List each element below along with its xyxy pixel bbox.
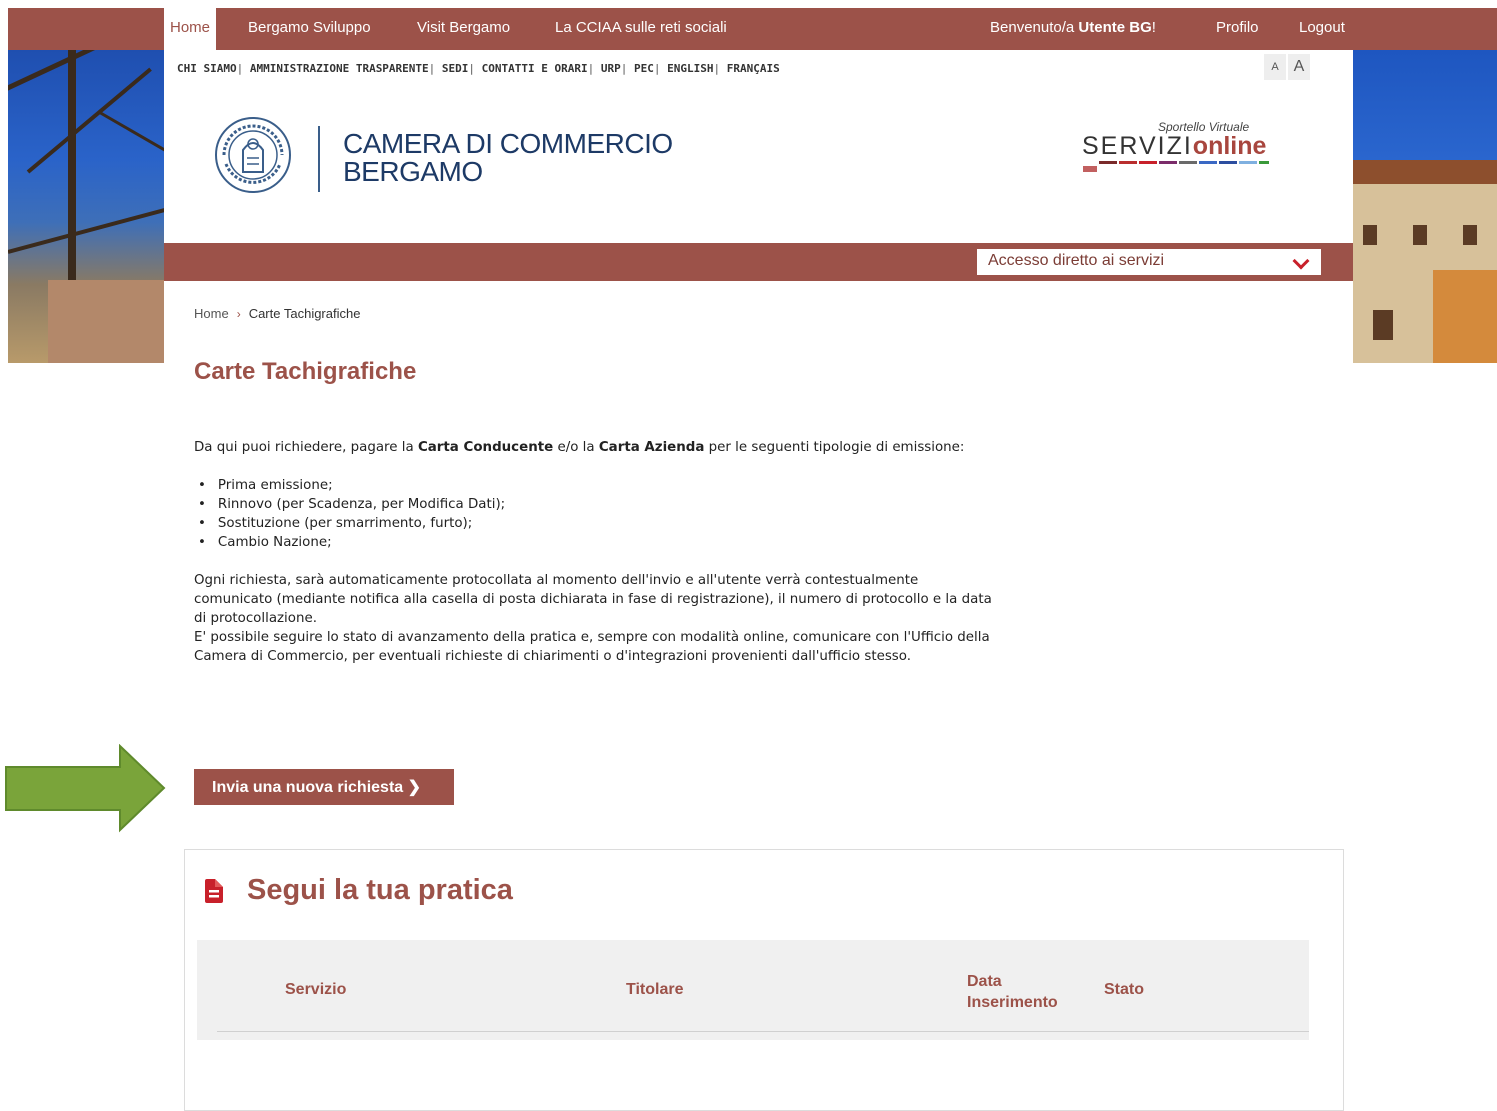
link-chi-siamo[interactable]: CHI SIAMO bbox=[177, 62, 237, 75]
chevron-down-icon bbox=[1292, 252, 1310, 270]
services-band: Accesso diretto ai servizi bbox=[164, 243, 1353, 281]
list-item: Cambio Nazione; bbox=[194, 533, 994, 552]
panel-title: Segui la tua pratica bbox=[247, 874, 513, 906]
nav-home[interactable]: Home bbox=[164, 8, 216, 50]
list-item: Rinnovo (per Scadenza, per Modifica Dati… bbox=[194, 495, 994, 514]
breadcrumb-home[interactable]: Home bbox=[194, 306, 229, 321]
font-size-decrease-button[interactable]: A bbox=[1264, 54, 1286, 80]
column-header-stato[interactable]: Stato bbox=[1104, 981, 1144, 999]
breadcrumb-current: Carte Tachigrafiche bbox=[248, 306, 361, 321]
logo-divider bbox=[318, 126, 320, 192]
welcome-message: Benvenuto/a Utente BG! bbox=[990, 19, 1156, 36]
intro-paragraph-3: E' possibile seguire lo stato di avanzam… bbox=[194, 630, 990, 664]
emission-types-list: Prima emissione; Rinnovo (per Scadenza, … bbox=[194, 476, 994, 552]
chamber-name[interactable]: CAMERA DI COMMERCIO BERGAMO bbox=[343, 130, 673, 186]
nav-bergamo-sviluppo[interactable]: Bergamo Sviluppo bbox=[248, 8, 371, 50]
track-request-panel: Segui la tua pratica Servizio Titolare D… bbox=[184, 849, 1344, 1111]
user-name: Utente BG bbox=[1078, 19, 1152, 36]
column-header-data-inserimento[interactable]: Data Inserimento bbox=[967, 971, 1077, 1013]
servizi-online-logo[interactable]: SERVIZIonline bbox=[1082, 132, 1266, 161]
table-header: Servizio Titolare Data Inserimento Stato bbox=[197, 940, 1309, 1040]
list-item: Sostituzione (per smarrimento, furto); bbox=[194, 514, 994, 533]
list-item: Prima emissione; bbox=[194, 476, 994, 495]
breadcrumb: Home › Carte Tachigrafiche bbox=[194, 306, 360, 321]
link-sedi[interactable]: SEDI bbox=[442, 62, 469, 75]
page-title: Carte Tachigrafiche bbox=[194, 358, 417, 385]
top-navigation-bar: Home Bergamo Sviluppo Visit Bergamo La C… bbox=[8, 8, 1497, 50]
intro-paragraph-1: Da qui puoi richiedere, pagare la Carta … bbox=[194, 440, 965, 455]
nav-visit-bergamo[interactable]: Visit Bergamo bbox=[417, 8, 510, 50]
intro-text: Da qui puoi richiedere, pagare la Carta … bbox=[194, 438, 994, 666]
direct-access-services-select[interactable]: Accesso diretto ai servizi bbox=[977, 249, 1321, 275]
header-photo-left bbox=[8, 50, 164, 363]
utility-links: CHI SIAMO| AMMINISTRAZIONE TRASPARENTE| … bbox=[177, 62, 780, 75]
column-header-titolare[interactable]: Titolare bbox=[626, 981, 684, 999]
intro-paragraph-2: Ogni richiesta, sarà automaticamente pro… bbox=[194, 573, 992, 626]
column-header-servizio[interactable]: Servizio bbox=[285, 981, 346, 999]
nav-social[interactable]: La CCIAA sulle reti sociali bbox=[555, 8, 727, 50]
new-request-button[interactable]: Invia una nuova richiesta ❯ bbox=[194, 769, 454, 805]
link-english[interactable]: ENGLISH bbox=[667, 62, 713, 75]
annotation-arrow-icon bbox=[5, 744, 166, 833]
link-amministrazione-trasparente[interactable]: AMMINISTRAZIONE TRASPARENTE bbox=[250, 62, 429, 75]
link-francais[interactable]: FRANÇAIS bbox=[727, 62, 780, 75]
link-pec[interactable]: PEC bbox=[634, 62, 654, 75]
link-urp[interactable]: URP bbox=[601, 62, 621, 75]
header-photo-right bbox=[1353, 50, 1497, 363]
breadcrumb-separator-icon: › bbox=[236, 307, 241, 321]
document-icon bbox=[205, 879, 223, 903]
link-contatti-orari[interactable]: CONTATTI E ORARI bbox=[482, 62, 588, 75]
nav-logout[interactable]: Logout bbox=[1299, 8, 1345, 50]
font-size-increase-button[interactable]: A bbox=[1288, 54, 1310, 80]
nav-profile[interactable]: Profilo bbox=[1216, 8, 1259, 50]
table-divider bbox=[217, 1031, 1309, 1032]
chamber-seal-logo[interactable] bbox=[214, 116, 292, 194]
